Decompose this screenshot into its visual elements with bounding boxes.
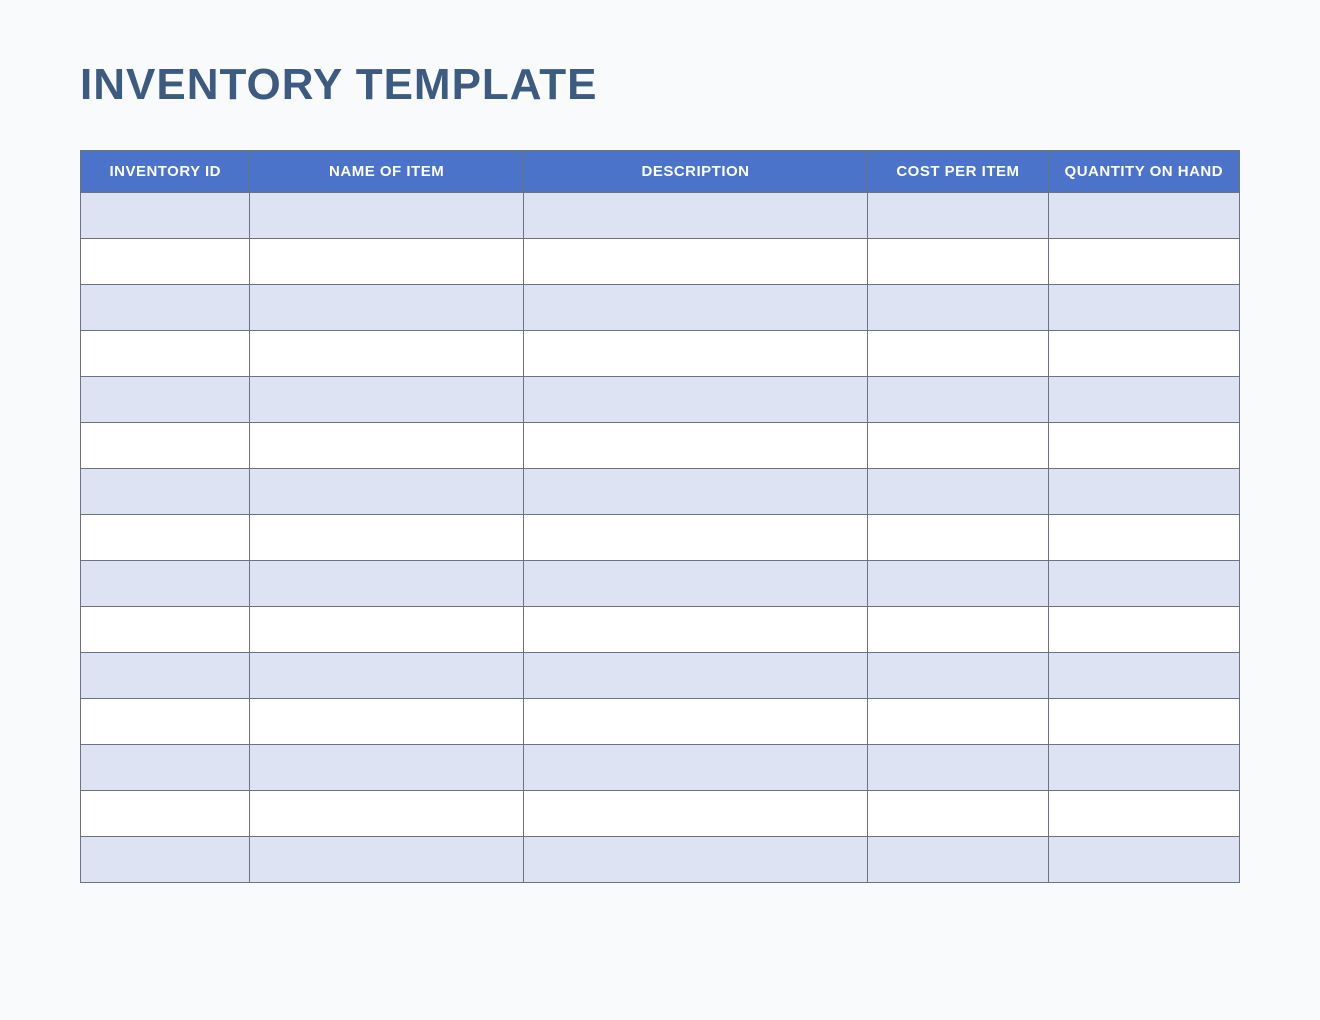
cell-description[interactable] [523, 561, 867, 607]
cell-quantity[interactable] [1048, 331, 1239, 377]
cell-name[interactable] [250, 745, 523, 791]
cell-name[interactable] [250, 331, 523, 377]
inventory-table: INVENTORY ID NAME OF ITEM DESCRIPTION CO… [80, 150, 1240, 883]
cell-description[interactable] [523, 745, 867, 791]
cell-quantity[interactable] [1048, 699, 1239, 745]
cell-quantity[interactable] [1048, 285, 1239, 331]
cell-inventory_id[interactable] [81, 745, 250, 791]
cell-quantity[interactable] [1048, 653, 1239, 699]
cell-cost[interactable] [868, 469, 1048, 515]
table-row [81, 239, 1240, 285]
cell-quantity[interactable] [1048, 377, 1239, 423]
cell-inventory_id[interactable] [81, 791, 250, 837]
cell-inventory_id[interactable] [81, 607, 250, 653]
cell-description[interactable] [523, 331, 867, 377]
table-row [81, 423, 1240, 469]
table-row [81, 515, 1240, 561]
page-title: INVENTORY TEMPLATE [80, 60, 1240, 110]
cell-name[interactable] [250, 561, 523, 607]
cell-name[interactable] [250, 837, 523, 883]
col-header-inventory-id: INVENTORY ID [81, 151, 250, 193]
cell-inventory_id[interactable] [81, 699, 250, 745]
cell-inventory_id[interactable] [81, 469, 250, 515]
cell-name[interactable] [250, 239, 523, 285]
cell-cost[interactable] [868, 745, 1048, 791]
table-row [81, 285, 1240, 331]
cell-quantity[interactable] [1048, 469, 1239, 515]
table-row [81, 193, 1240, 239]
cell-description[interactable] [523, 285, 867, 331]
cell-description[interactable] [523, 239, 867, 285]
cell-inventory_id[interactable] [81, 561, 250, 607]
cell-description[interactable] [523, 653, 867, 699]
table-header-row: INVENTORY ID NAME OF ITEM DESCRIPTION CO… [81, 151, 1240, 193]
table-row [81, 745, 1240, 791]
cell-name[interactable] [250, 469, 523, 515]
table-row [81, 653, 1240, 699]
col-header-description: DESCRIPTION [523, 151, 867, 193]
cell-cost[interactable] [868, 561, 1048, 607]
cell-cost[interactable] [868, 285, 1048, 331]
cell-quantity[interactable] [1048, 745, 1239, 791]
cell-inventory_id[interactable] [81, 239, 250, 285]
col-header-cost: COST PER ITEM [868, 151, 1048, 193]
cell-name[interactable] [250, 699, 523, 745]
table-body [81, 193, 1240, 883]
cell-quantity[interactable] [1048, 423, 1239, 469]
cell-name[interactable] [250, 423, 523, 469]
cell-cost[interactable] [868, 331, 1048, 377]
cell-inventory_id[interactable] [81, 377, 250, 423]
cell-description[interactable] [523, 469, 867, 515]
cell-name[interactable] [250, 285, 523, 331]
cell-description[interactable] [523, 791, 867, 837]
cell-inventory_id[interactable] [81, 653, 250, 699]
table-row [81, 377, 1240, 423]
cell-inventory_id[interactable] [81, 331, 250, 377]
cell-quantity[interactable] [1048, 791, 1239, 837]
cell-cost[interactable] [868, 239, 1048, 285]
cell-inventory_id[interactable] [81, 193, 250, 239]
cell-name[interactable] [250, 653, 523, 699]
cell-inventory_id[interactable] [81, 285, 250, 331]
cell-description[interactable] [523, 515, 867, 561]
cell-inventory_id[interactable] [81, 837, 250, 883]
col-header-quantity: QUANTITY ON HAND [1048, 151, 1239, 193]
table-row [81, 791, 1240, 837]
cell-quantity[interactable] [1048, 515, 1239, 561]
cell-quantity[interactable] [1048, 837, 1239, 883]
cell-cost[interactable] [868, 515, 1048, 561]
cell-cost[interactable] [868, 377, 1048, 423]
cell-inventory_id[interactable] [81, 515, 250, 561]
cell-name[interactable] [250, 515, 523, 561]
cell-name[interactable] [250, 193, 523, 239]
table-row [81, 837, 1240, 883]
cell-description[interactable] [523, 423, 867, 469]
table-row [81, 331, 1240, 377]
cell-cost[interactable] [868, 193, 1048, 239]
cell-cost[interactable] [868, 607, 1048, 653]
cell-quantity[interactable] [1048, 607, 1239, 653]
table-row [81, 561, 1240, 607]
cell-cost[interactable] [868, 791, 1048, 837]
cell-cost[interactable] [868, 699, 1048, 745]
cell-cost[interactable] [868, 837, 1048, 883]
cell-cost[interactable] [868, 423, 1048, 469]
cell-description[interactable] [523, 193, 867, 239]
table-row [81, 699, 1240, 745]
cell-description[interactable] [523, 607, 867, 653]
col-header-name: NAME OF ITEM [250, 151, 523, 193]
table-row [81, 607, 1240, 653]
cell-quantity[interactable] [1048, 561, 1239, 607]
cell-description[interactable] [523, 837, 867, 883]
cell-cost[interactable] [868, 653, 1048, 699]
cell-name[interactable] [250, 607, 523, 653]
cell-name[interactable] [250, 377, 523, 423]
cell-quantity[interactable] [1048, 193, 1239, 239]
cell-description[interactable] [523, 699, 867, 745]
cell-inventory_id[interactable] [81, 423, 250, 469]
cell-name[interactable] [250, 791, 523, 837]
table-row [81, 469, 1240, 515]
cell-description[interactable] [523, 377, 867, 423]
cell-quantity[interactable] [1048, 239, 1239, 285]
